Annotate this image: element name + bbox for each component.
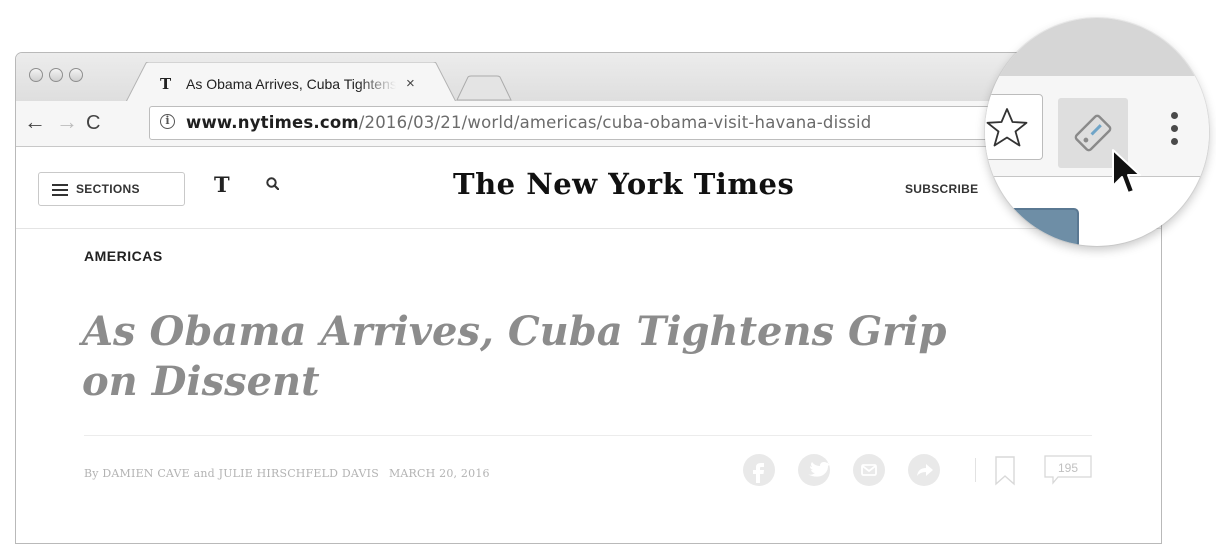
url-host: www.nytimes.com <box>186 113 359 132</box>
window-minimize-button[interactable] <box>49 68 63 82</box>
tab-title: As Obama Arrives, Cuba Tightens Grip on … <box>186 76 396 92</box>
hamburger-icon <box>52 184 68 199</box>
section-kicker[interactable]: AMERICAS <box>84 248 163 264</box>
comments-button[interactable]: 195 <box>1044 455 1092 485</box>
facebook-icon <box>753 463 764 483</box>
more-share-button[interactable] <box>908 454 940 486</box>
page-content: SECTIONS T The New York Times SUBSCRIBE … <box>16 147 1161 543</box>
reload-button[interactable]: C <box>86 111 100 135</box>
share-divider <box>975 458 976 482</box>
email-icon <box>861 464 877 476</box>
byline: By DAMIEN CAVE and JULIE HIRSCHFELD DAVI… <box>84 467 490 481</box>
forward-button[interactable]: → <box>56 110 78 134</box>
twitter-icon <box>807 462 830 477</box>
cursor-icon <box>1112 149 1141 194</box>
site-info-icon[interactable]: i <box>160 114 175 129</box>
divider <box>84 435 1092 436</box>
tab-active[interactable]: T As Obama Arrives, Cuba Tightens Grip o… <box>126 62 456 102</box>
nyt-favicon-icon: T <box>160 75 172 93</box>
search-icon[interactable] <box>266 177 279 190</box>
window-maximize-button[interactable] <box>69 68 83 82</box>
sections-label: SECTIONS <box>76 182 140 196</box>
back-button[interactable]: ← <box>24 110 46 134</box>
star-icon[interactable] <box>985 106 1031 150</box>
share-icon <box>917 464 933 476</box>
sections-button[interactable]: SECTIONS <box>38 172 185 206</box>
new-tab-button[interactable] <box>456 75 512 101</box>
zoom-tab-strip <box>985 18 1209 76</box>
nyt-t-logo-icon[interactable]: T <box>214 173 230 197</box>
zoom-magnifier <box>985 18 1209 246</box>
url-path: /2016/03/21/world/americas/cuba-obama-vi… <box>358 113 872 132</box>
window-close-button[interactable] <box>29 68 43 82</box>
menu-icon[interactable] <box>1171 112 1179 151</box>
byline-authors: By DAMIEN CAVE and JULIE HIRSCHFELD DAVI… <box>84 467 379 480</box>
article-headline: As Obama Arrives, Cuba Tightens Grip on … <box>82 308 947 405</box>
masthead-logo[interactable]: The New York Times <box>453 166 794 202</box>
tab-close-icon[interactable]: × <box>406 75 415 92</box>
byline-date: MARCH 20, 2016 <box>388 467 490 480</box>
email-share-button[interactable] <box>853 454 885 486</box>
twitter-share-button[interactable] <box>798 454 830 486</box>
subscribe-link[interactable]: SUBSCRIBE <box>905 182 978 196</box>
bookmark-icon[interactable] <box>994 456 1016 486</box>
extension-popup <box>985 208 1079 246</box>
url-text[interactable]: www.nytimes.com/2016/03/21/world/america… <box>186 113 871 133</box>
comment-count: 195 <box>1057 461 1079 475</box>
facebook-share-button[interactable] <box>743 454 775 486</box>
